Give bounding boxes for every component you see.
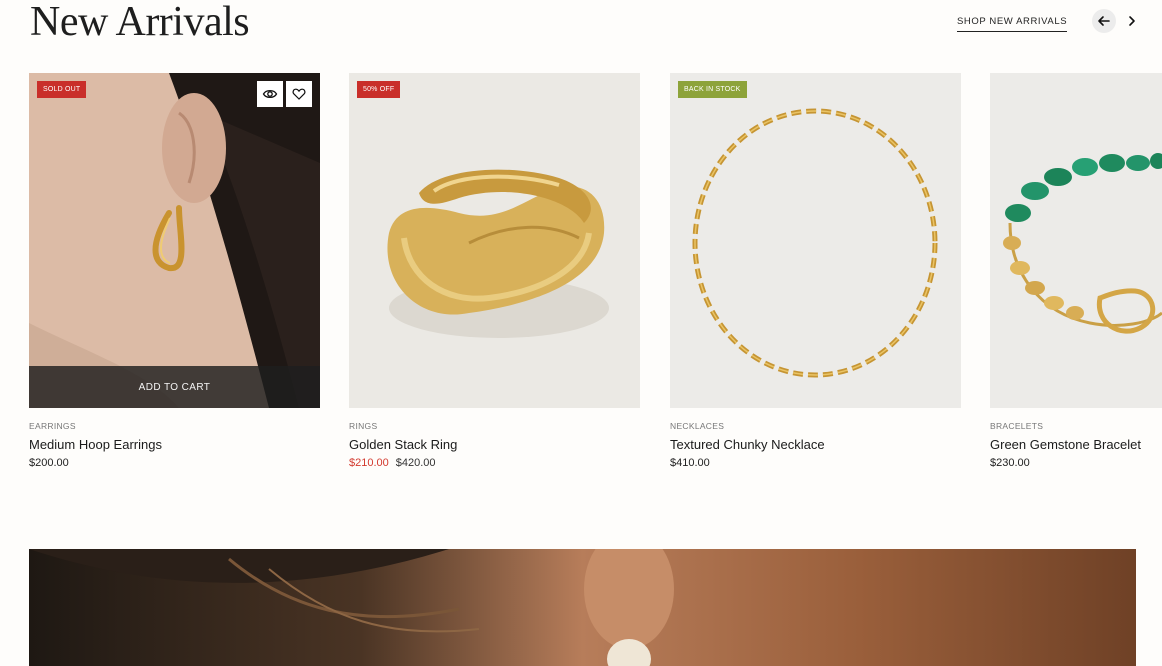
discount-badge: 50% OFF [357, 81, 401, 98]
product-price: $210.00 $420.00 [349, 457, 640, 469]
heart-icon [292, 88, 306, 100]
product-name[interactable]: Green Gemstone Bracelet [990, 437, 1162, 452]
back-in-stock-badge: BACK IN STOCK [678, 81, 747, 98]
wishlist-button[interactable] [286, 81, 312, 107]
product-card[interactable]: BACK IN STOCK NECKLACES Textured Chunky … [670, 73, 961, 469]
product-name[interactable]: Textured Chunky Necklace [670, 437, 961, 452]
eye-icon [262, 89, 278, 99]
product-price: $230.00 [990, 457, 1030, 469]
shop-new-arrivals-link[interactable]: SHOP NEW ARRIVALS [957, 16, 1068, 32]
arrow-left-icon [1098, 16, 1110, 26]
product-category: NECKLACES [670, 421, 725, 431]
original-price: $420.00 [395, 457, 436, 469]
product-name[interactable]: Medium Hoop Earrings [29, 437, 320, 452]
product-category: EARRINGS [29, 421, 76, 431]
quick-view-button[interactable] [257, 81, 283, 107]
product-image[interactable]: BACK IN STOCK [670, 73, 961, 408]
product-category: RINGS [349, 421, 378, 431]
product-card[interactable]: SOLD OUT ADD TO CART EARRINGS Medium Hoo… [29, 73, 320, 469]
product-card[interactable]: 50% OFF RINGS Golden Stack Ring $210.00 $… [349, 73, 640, 469]
promo-banner-image [29, 549, 1136, 666]
chevron-right-icon [1129, 16, 1135, 26]
carousel-prev-button[interactable] [1092, 9, 1116, 33]
product-image[interactable]: SOLD OUT ADD TO CART [29, 73, 320, 408]
add-to-cart-button[interactable]: ADD TO CART [29, 366, 320, 408]
carousel-next-button[interactable] [1120, 9, 1144, 33]
product-price: $410.00 [670, 457, 710, 469]
product-name[interactable]: Golden Stack Ring [349, 437, 640, 452]
sale-price: $210.00 [349, 457, 389, 469]
product-card[interactable]: BRACELETS Green Gemstone Bracelet $230.0… [990, 73, 1162, 469]
sold-out-badge: SOLD OUT [37, 81, 87, 98]
product-image[interactable] [990, 73, 1162, 408]
product-category: BRACELETS [990, 421, 1044, 431]
section-title: New Arrivals [30, 0, 250, 45]
product-price: $200.00 [29, 457, 69, 469]
product-image[interactable]: 50% OFF [349, 73, 640, 408]
